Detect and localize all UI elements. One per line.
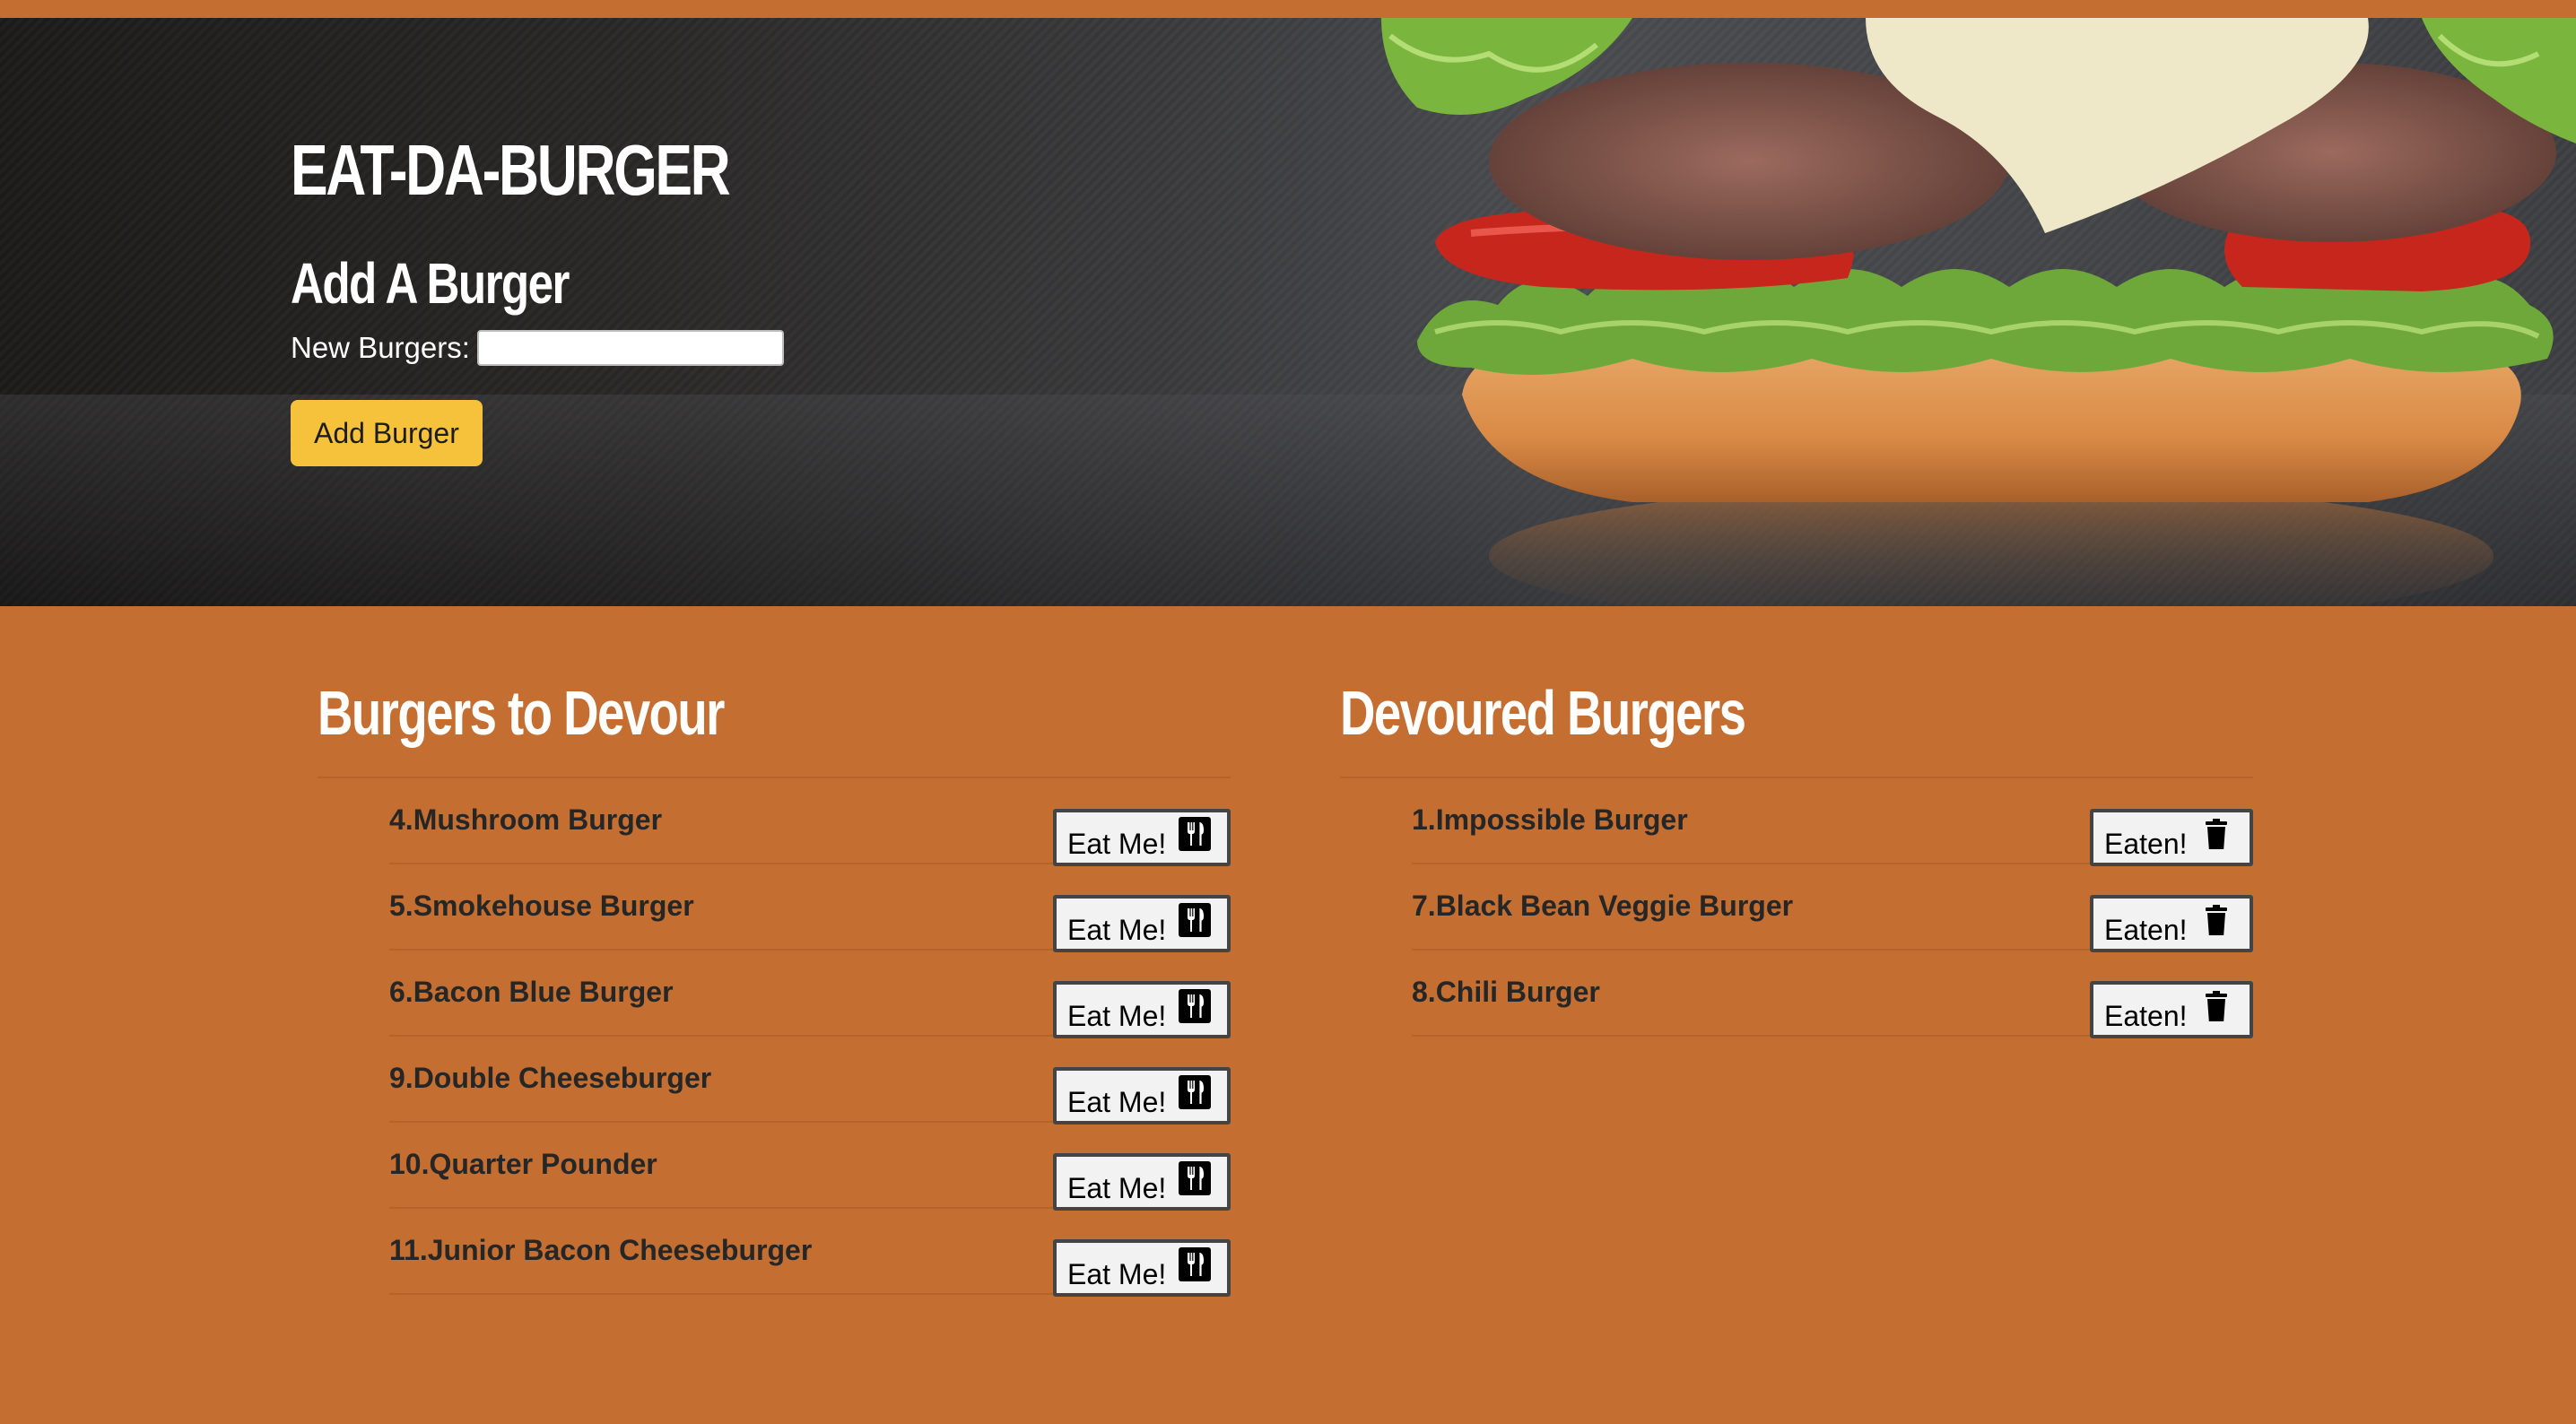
top-accent-strip	[0, 0, 2576, 18]
add-burger-heading: Add A Burger	[291, 251, 570, 316]
eaten-button[interactable]: Eaten!	[2090, 981, 2253, 1038]
hero-banner: EAT-DA-BURGER Add A Burger New Burgers: …	[0, 18, 2576, 606]
devour-item: 5.Smokehouse Burger Eat Me!	[389, 864, 1231, 952]
burger-name: 4.Mushroom Burger	[389, 803, 663, 836]
burgers-to-devour-list: 4.Mushroom Burger Eat Me! 5.Smokehouse Bur…	[318, 778, 1231, 1297]
devour-item: 6.Bacon Blue Burger Eat Me!	[389, 951, 1231, 1038]
utensils-icon	[1179, 1161, 1212, 1195]
devoured-item: 1.Impossible Burger Eaten!	[1412, 778, 2253, 866]
button-label: Eat Me!	[1067, 999, 1167, 1032]
button-label: Eat Me!	[1067, 1085, 1167, 1118]
burger-name: 8.Chili Burger	[1412, 976, 1600, 1008]
trash-icon	[2200, 989, 2232, 1023]
trash-icon	[2200, 817, 2232, 851]
eat-me-button[interactable]: Eat Me!	[1053, 1239, 1231, 1297]
add-burger-button[interactable]: Add Burger	[291, 400, 483, 466]
burger-name: 11.Junior Bacon Cheeseburger	[389, 1234, 813, 1266]
eaten-button[interactable]: Eaten!	[2090, 895, 2253, 952]
devoured-burgers-list: 1.Impossible Burger Eaten! 7.Black Bean Ve…	[1340, 778, 2253, 1038]
button-label: Eaten!	[2104, 913, 2188, 946]
devoured-burgers-section: Devoured Burgers 1.Impossible Burger Eate…	[1340, 678, 2253, 1038]
devour-item: 4.Mushroom Burger Eat Me!	[389, 778, 1231, 866]
burger-name: 9.Double Cheeseburger	[389, 1062, 712, 1094]
button-label: Eat Me!	[1067, 827, 1167, 860]
eat-me-button[interactable]: Eat Me!	[1053, 895, 1231, 952]
button-label: Eaten!	[2104, 999, 2188, 1032]
devour-item: 11.Junior Bacon Cheeseburger Eat Me!	[389, 1209, 1231, 1297]
button-label: Eaten!	[2104, 827, 2188, 860]
devoured-item: 7.Black Bean Veggie Burger Eaten!	[1412, 864, 2253, 952]
eat-me-button[interactable]: Eat Me!	[1053, 1067, 1231, 1124]
devour-item: 9.Double Cheeseburger Eat Me!	[389, 1037, 1231, 1124]
burger-name: 5.Smokehouse Burger	[389, 890, 694, 922]
trash-icon	[2200, 903, 2232, 937]
eaten-button[interactable]: Eaten!	[2090, 809, 2253, 866]
eat-me-button[interactable]: Eat Me!	[1053, 809, 1231, 866]
button-label: Eat Me!	[1067, 1171, 1167, 1204]
site-title: EAT-DA-BURGER	[291, 130, 731, 210]
eat-me-button[interactable]: Eat Me!	[1053, 1153, 1231, 1211]
button-label: Eat Me!	[1067, 1257, 1167, 1290]
devoured-item: 8.Chili Burger Eaten!	[1412, 951, 2253, 1038]
add-burger-panel: EAT-DA-BURGER Add A Burger New Burgers: …	[291, 135, 1098, 466]
utensils-icon	[1179, 903, 1212, 937]
eat-me-button[interactable]: Eat Me!	[1053, 981, 1231, 1038]
utensils-icon	[1179, 1075, 1212, 1109]
burger-name: 6.Bacon Blue Burger	[389, 976, 674, 1008]
devoured-burgers-heading: Devoured Burgers	[1340, 678, 1746, 748]
button-label: Eat Me!	[1067, 913, 1167, 946]
burger-name: 10.Quarter Pounder	[389, 1148, 657, 1180]
burgers-to-devour-heading: Burgers to Devour	[318, 678, 725, 748]
utensils-icon	[1179, 989, 1212, 1023]
burger-image	[1381, 18, 2576, 606]
new-burger-row: New Burgers:	[291, 330, 1098, 366]
burger-name: 1.Impossible Burger	[1412, 803, 1688, 836]
new-burger-input[interactable]	[476, 330, 784, 366]
utensils-icon	[1179, 817, 1212, 851]
devour-item: 10.Quarter Pounder Eat Me!	[389, 1123, 1231, 1211]
new-burger-label: New Burgers:	[291, 331, 470, 364]
burger-name: 7.Black Bean Veggie Burger	[1412, 890, 1794, 922]
burgers-to-devour-section: Burgers to Devour 4.Mushroom Burger Eat M…	[318, 678, 1231, 1297]
utensils-icon	[1179, 1247, 1212, 1281]
